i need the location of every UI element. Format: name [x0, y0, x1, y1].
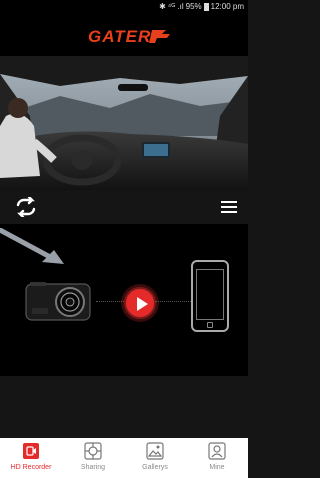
status-time: 12:00 pm [210, 2, 244, 11]
gallery-icon [146, 442, 164, 460]
gater-logo: GATER [88, 27, 170, 46]
content-spacer [0, 376, 248, 438]
status-icons: ✱ ⁴ᴳ .ıl 95% 12:00 pm [159, 1, 244, 13]
tab-label: HD Recorder [10, 464, 52, 471]
switch-camera-icon[interactable] [14, 197, 38, 217]
battery-icon [203, 3, 209, 11]
tab-label: Gallerys [142, 464, 168, 471]
connection-line-right [155, 301, 191, 302]
connection-line-left [96, 301, 124, 302]
logo-text: GATER [88, 27, 151, 46]
phone-screen [196, 269, 224, 320]
recorder-icon [23, 443, 39, 459]
hero-image [0, 56, 248, 190]
tab-label: Sharing [80, 464, 106, 471]
control-bar [0, 190, 248, 224]
profile-icon [208, 442, 226, 460]
dashcam-icon [25, 282, 91, 321]
play-button[interactable] [124, 287, 156, 319]
tab-label: Mine [209, 464, 225, 471]
sharing-icon [84, 442, 102, 460]
status-bar: ✱ ⁴ᴳ .ıl 95% 12:00 pm [0, 0, 248, 14]
tab-hd-recorder[interactable]: HD Recorder [0, 438, 62, 478]
header: GATER [0, 14, 248, 56]
battery-percent: 95% [185, 2, 202, 11]
connect-panel [0, 224, 248, 376]
tab-sharing[interactable]: Sharing [62, 438, 124, 478]
bluetooth-icon: ✱ [159, 2, 166, 11]
menu-icon[interactable] [219, 199, 239, 215]
tab-mine[interactable]: Mine [186, 438, 248, 478]
signal-icon: ⁴ᴳ .ıl [167, 2, 184, 11]
phone-home-button [207, 322, 213, 328]
tab-gallerys[interactable]: Gallerys [124, 438, 186, 478]
bottom-tab-bar: HD Recorder Sharing Gallerys Mine [0, 438, 248, 478]
phone-icon [191, 260, 229, 332]
